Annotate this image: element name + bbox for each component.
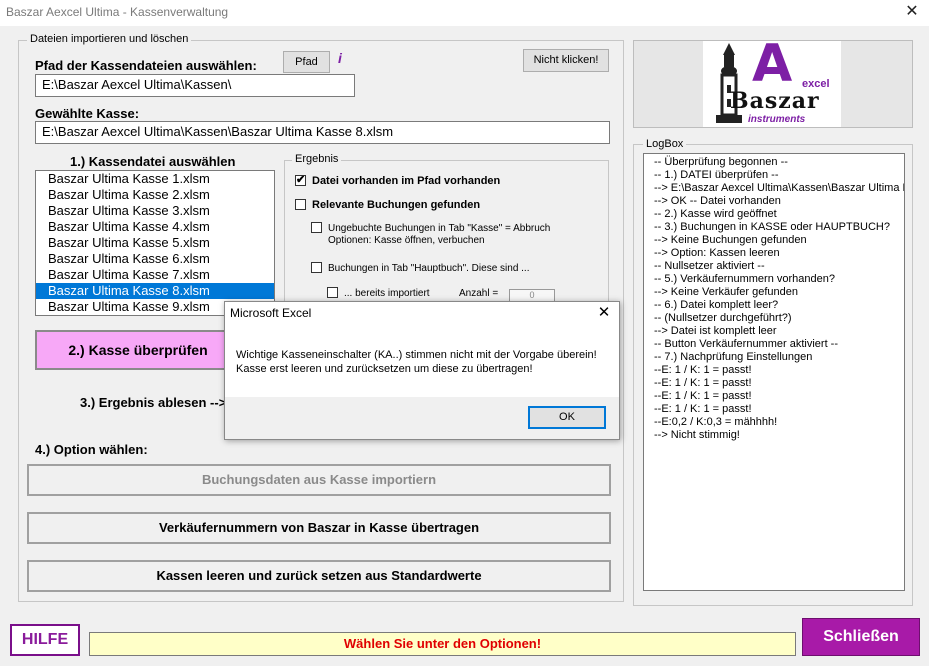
dialog-message: Wichtige Kasseneinschalter (KA..) stimme… [236,349,597,375]
log-line: --E: 1 / K: 1 = passt! [654,364,752,376]
imported-checkbox[interactable] [327,287,338,298]
file-exists-label: Datei vorhanden im Pfad vorhanden [312,175,501,187]
logo-sub-text: instruments [748,114,806,125]
relevant-bookings-checkbox[interactable] [295,198,306,210]
log-line: -- (Nullsetzer durchgeführt?) [654,312,792,324]
hauptbuch-row: Buchungen in Tab "Hauptbuch". Diese sind… [311,262,530,275]
import-bookings-button[interactable]: Buchungsdaten aus Kasse importiern [27,464,611,496]
log-line: --> Nicht stimmig! [654,429,740,441]
window-close-icon[interactable]: ✕ [901,2,923,22]
file-list-item[interactable]: Baszar Ultima Kasse 6.xlsm [36,251,274,267]
reset-registers-button[interactable]: Kassen leeren und zurück setzen aus Stan… [27,560,611,592]
file-list-item[interactable]: Baszar Ultima Kasse 2.xlsm [36,187,274,203]
step1-label: 1.) Kassendatei auswählen [70,154,236,169]
log-line: -- 2.) Kasse wird geöffnet [654,208,777,220]
step4-label: 4.) Option wählen: [35,442,148,457]
relevant-bookings-row: Relevante Buchungen gefunden [295,198,481,211]
close-button[interactable]: Schließen [802,618,920,656]
import-group-legend: Dateien importieren und löschen [27,33,192,45]
log-line: -- Überprüfung begonnen -- [654,156,788,168]
file-list-item[interactable]: Baszar Ultima Kasse 1.xlsm [36,171,274,187]
unbooked-checkbox[interactable] [311,222,322,233]
path-button[interactable]: Pfad [283,51,330,73]
log-line: -- Nullsetzer aktiviert -- [654,260,765,272]
file-list-item[interactable]: Baszar Ultima Kasse 7.xlsm [36,267,274,283]
file-exists-checkbox[interactable] [295,173,306,186]
logbox-legend: LogBox [643,138,687,150]
selected-file-input[interactable]: E:\Baszar Aexcel Ultima\Kassen\Baszar Ul… [35,121,610,144]
file-exists-row: Datei vorhanden im Pfad vorhanden [295,173,501,187]
log-line: -- 7.) Nachprüfung Einstellungen [654,351,813,363]
hauptbuch-checkbox[interactable] [311,262,322,273]
log-line: --E: 1 / K: 1 = passt! [654,377,752,389]
imported-row: ... bereits importiert [327,287,430,300]
dialog-title: Microsoft Excel [230,306,312,320]
log-line: -- 5.) Verkäufernummern vorhanden? [654,273,835,285]
log-line: --> Option: Kassen leeren [654,247,780,259]
path-input[interactable]: E:\Baszar Aexcel Ultima\Kassen\ [35,74,355,97]
log-line: --> Datei ist komplett leer [654,325,777,337]
unbooked-row: Ungebuchte Buchungen in Tab "Kasse" = Ab… [311,222,551,235]
help-button[interactable]: HILFE [10,624,80,656]
file-listbox[interactable]: Baszar Ultima Kasse 1.xlsm Baszar Ultima … [35,170,275,316]
file-list-item[interactable]: Baszar Ultima Kasse 3.xlsm [36,203,274,219]
result-group-legend: Ergebnis [292,153,342,165]
selected-file-label: Gewählte Kasse: [35,106,140,121]
count-label: Anzahl = [459,288,499,299]
log-line: --> Keine Buchungen gefunden [654,234,807,246]
log-line: --E: 1 / K: 1 = passt! [654,390,752,402]
unbooked-label: Ungebuchte Buchungen in Tab "Kasse" = Ab… [328,223,551,235]
log-line: --E: 1 / K: 1 = passt! [654,403,752,415]
logbox-text[interactable]: -- Überprüfung begonnen -- -- 1.) DATEI ü… [643,153,905,591]
log-line: -- 6.) Datei komplett leer? [654,299,779,311]
log-line: -- 1.) DATEI überprüfen -- [654,169,779,181]
path-label: Pfad der Kassendateien auswählen: [35,58,257,73]
log-line: -- Button Verkäufernummer aktiviert -- [654,338,839,350]
status-bar: Wählen Sie unter den Optionen! [89,632,796,656]
logo-brand-text: Baszar [730,88,820,114]
unbooked-options-label: Optionen: Kasse öffnen, verbuchen [328,235,485,246]
imported-label: ... bereits importiert [344,288,430,300]
window-title: Baszar Aexcel Ultima - Kassenverwaltung [6,5,229,19]
file-list-item[interactable]: Baszar Ultima Kasse 5.xlsm [36,235,274,251]
log-line: --> E:\Baszar Aexcel Ultima\Kassen\Basza… [654,182,905,194]
dialog-close-icon[interactable]: ✕ [593,303,615,323]
logo-letter: A [752,34,793,94]
dont-click-button[interactable]: Nicht klicken! [523,49,609,72]
file-list-item[interactable]: Baszar Ultima Kasse 8.xlsm [36,283,274,299]
log-line: --> OK -- Datei vorhanden [654,195,781,207]
file-list-item[interactable]: Baszar Ultima Kasse 4.xlsm [36,219,274,235]
step3-label: 3.) Ergebnis ablesen --> [80,395,227,410]
relevant-bookings-label: Relevante Buchungen gefunden [312,199,481,211]
log-line: -- 3.) Buchungen in KASSE oder HAUPTBUCH… [654,221,890,233]
dialog-ok-button[interactable]: OK [528,406,606,429]
log-line: --> Keine Verkäufer gefunden [654,286,799,298]
hauptbuch-label: Buchungen in Tab "Hauptbuch". Diese sind… [328,263,530,275]
transfer-seller-numbers-button[interactable]: Verkäufernummern von Baszar in Kasse übe… [27,512,611,544]
info-icon[interactable]: i [335,50,345,68]
log-line: --E:0,2 / K:0,3 = mähhhh! [654,416,778,428]
